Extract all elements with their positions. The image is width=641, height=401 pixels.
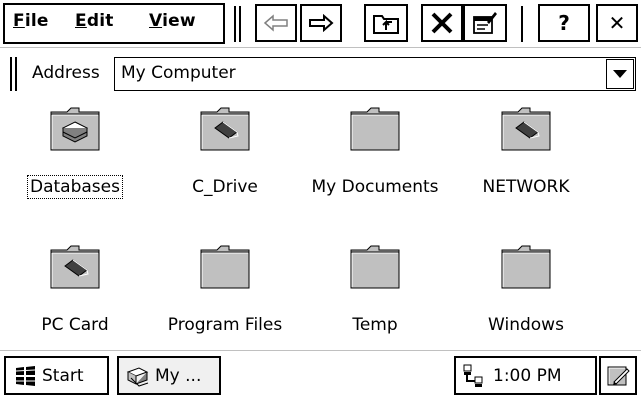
- list-item-network[interactable]: NETWORK: [451, 104, 601, 214]
- command-bar: File Edit View ? ✕: [0, 0, 641, 48]
- start-label: Start: [42, 365, 84, 386]
- start-button[interactable]: Start: [4, 356, 109, 395]
- list-item-my-documents[interactable]: My Documents: [300, 104, 450, 214]
- up-folder-button[interactable]: [364, 4, 408, 42]
- toolbar-grip-2[interactable]: [521, 6, 526, 42]
- back-icon: [263, 14, 288, 32]
- menu-file[interactable]: File: [13, 11, 49, 31]
- folder-icon: [501, 245, 551, 289]
- item-label: Program Files: [167, 315, 283, 335]
- item-label: Windows: [488, 315, 564, 335]
- up-folder-icon: [373, 15, 399, 34]
- folder-icon: [350, 107, 400, 151]
- list-item-c-drive[interactable]: C_Drive: [150, 104, 300, 214]
- forward-icon: [309, 14, 334, 32]
- item-label: NETWORK: [482, 177, 570, 197]
- my-computer-icon: [126, 366, 149, 387]
- folder-icon: [350, 245, 400, 289]
- list-item-databases[interactable]: Databases: [0, 104, 150, 214]
- forward-button[interactable]: [300, 4, 342, 42]
- address-dropdown-button[interactable]: [606, 59, 634, 89]
- input-panel-button[interactable]: [599, 356, 637, 395]
- address-grip[interactable]: [10, 57, 17, 91]
- toolbar-grip[interactable]: [234, 6, 241, 42]
- menu-edit[interactable]: Edit: [75, 11, 114, 31]
- storage-card-folder-icon: [501, 107, 551, 151]
- close-icon: ✕: [608, 11, 626, 35]
- windows-logo-icon: [15, 365, 36, 386]
- clock[interactable]: 1:00 PM: [493, 366, 562, 386]
- list-item-pc-card[interactable]: PC Card: [0, 242, 150, 352]
- item-label: Temp: [352, 315, 398, 335]
- task-button-my-computer[interactable]: My ...: [117, 356, 221, 395]
- item-label: Databases: [27, 175, 123, 199]
- menu-bar: File Edit View: [3, 3, 225, 44]
- database-folder-icon: [50, 107, 100, 151]
- storage-card-folder-icon: [200, 107, 250, 151]
- list-item-windows[interactable]: Windows: [451, 242, 601, 352]
- system-tray: 1:00 PM: [454, 356, 597, 395]
- folder-icon: [200, 245, 250, 289]
- properties-button[interactable]: [463, 4, 507, 42]
- delete-icon: [431, 12, 453, 34]
- item-label: C_Drive: [192, 177, 258, 197]
- help-button[interactable]: ?: [538, 4, 590, 42]
- storage-card-folder-icon: [50, 245, 100, 289]
- item-label: My Documents: [311, 177, 439, 197]
- input-panel-icon: [607, 366, 630, 385]
- task-label: My ...: [155, 365, 202, 386]
- network-connection-icon[interactable]: [461, 363, 485, 389]
- address-label: Address: [32, 63, 100, 83]
- item-label: PC Card: [41, 315, 109, 335]
- file-list: Databases C_Drive My Documents NETWORK P…: [0, 99, 641, 345]
- list-item-temp[interactable]: Temp: [300, 242, 450, 352]
- help-icon: ?: [558, 11, 570, 35]
- list-item-program-files[interactable]: Program Files: [150, 242, 300, 352]
- close-button[interactable]: ✕: [596, 4, 638, 42]
- properties-icon: [473, 12, 497, 34]
- back-button[interactable]: [255, 4, 297, 42]
- menu-view[interactable]: View: [149, 11, 196, 31]
- delete-button[interactable]: [421, 4, 463, 42]
- address-bar: Address My Computer: [0, 49, 641, 99]
- address-combobox[interactable]: My Computer: [114, 57, 636, 91]
- chevron-down-icon: [613, 70, 627, 78]
- taskbar: Start My ... 1:00 PM: [0, 350, 641, 401]
- address-value[interactable]: My Computer: [121, 63, 236, 83]
